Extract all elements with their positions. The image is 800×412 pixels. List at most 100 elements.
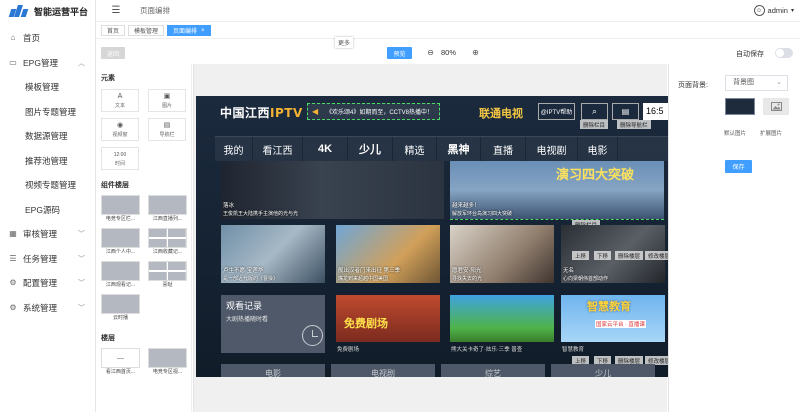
- content-card[interactable]: 卢生不愿·宝莲华 是一部近代版的《曹操》: [221, 225, 325, 283]
- floor-item[interactable]: — 看江西首页...: [101, 348, 140, 377]
- card-subtitle: 寻找失去的光: [452, 276, 483, 282]
- floor-item[interactable]: 电竞专区视...: [148, 348, 187, 377]
- sidebar-item-epg-source[interactable]: EPG源码: [0, 198, 95, 223]
- save-button[interactable]: 保存: [725, 160, 752, 173]
- nav-item[interactable]: 精选: [393, 137, 437, 161]
- content-card[interactable]: [450, 295, 554, 342]
- card-caption: 免费剧场: [337, 347, 360, 353]
- nav-item[interactable]: 直播: [481, 137, 526, 161]
- selection-outline: [450, 219, 664, 220]
- video-icon: ◉: [116, 121, 124, 129]
- sidebar-item-audit[interactable]: ▦ 审核管理 ﹀: [0, 222, 95, 247]
- nav-item[interactable]: 电影: [578, 137, 618, 161]
- element-image[interactable]: ▣ 图片: [148, 89, 186, 112]
- app-title: 智能运营平台: [34, 6, 89, 17]
- tab-home[interactable]: 首页: [101, 25, 126, 36]
- close-icon[interactable]: ×: [201, 28, 205, 34]
- category-tile[interactable]: 电影: [221, 364, 325, 377]
- avatar-icon: ☺: [753, 5, 765, 16]
- component-thumb: [101, 195, 140, 215]
- component-item[interactable]: 电竞专区栏...: [101, 195, 140, 224]
- tab-label: 模板管理: [134, 29, 159, 35]
- zoom-out-icon[interactable]: ⊖: [425, 46, 436, 59]
- task-icon: ☰: [9, 253, 17, 263]
- sidebar-item-template[interactable]: 模板管理: [0, 75, 95, 100]
- component-item[interactable]: 云时播: [101, 294, 140, 323]
- preview-button[interactable]: 预览: [387, 47, 412, 59]
- element-video[interactable]: ◉ 视频窗: [101, 118, 139, 141]
- background-select[interactable]: 背景图 ⌄: [725, 75, 788, 91]
- caret-down-icon: ▾: [790, 8, 794, 14]
- sidebar-item-task[interactable]: ☰ 任务管理 ﹀: [0, 247, 95, 272]
- hero-card-left[interactable]: 落冰 王俊凯王大陆携手主演他的光与光: [221, 161, 444, 219]
- card-subtitle: 心向梁朝伟首部动作: [563, 276, 609, 282]
- doc-icon[interactable]: ▤: [612, 103, 639, 120]
- edit-floor-chip[interactable]: 修改楼层: [645, 251, 668, 260]
- property-panel: 页面背景: 背景图 ⌄ 默认图片 扩展图片 保存: [668, 64, 800, 412]
- nav-item[interactable]: 看江西: [253, 137, 303, 161]
- elements-grid: A 文本 ▣ 图片 ◉ 视频窗 ▤ 导航栏 12:00 时间: [96, 89, 191, 170]
- sidebar-item-epg[interactable]: ▭ EPG管理 ︿: [0, 51, 95, 76]
- sidebar-item-image-topic[interactable]: 图片专题管理: [0, 100, 95, 125]
- card-hero-text: 智慧教育: [587, 301, 631, 313]
- search-icon[interactable]: ⌕: [581, 103, 608, 120]
- category-tile[interactable]: 电视剧: [331, 364, 435, 377]
- move-up-chip[interactable]: 上移: [572, 251, 590, 260]
- zoom-in-icon[interactable]: ⊕: [470, 46, 481, 59]
- card-subtitle: 国家云平台 · 直播课: [595, 320, 646, 328]
- nav-item[interactable]: 电视剧: [526, 137, 578, 161]
- sidebar-item-label: 配置管理: [23, 278, 58, 289]
- sidebar-item-home[interactable]: ⌂ 首页: [0, 26, 95, 51]
- nav-item[interactable]: 我的: [215, 137, 253, 161]
- component-item[interactable]: 江西个人中...: [101, 228, 140, 257]
- username: admin: [767, 6, 788, 15]
- delete-nav-chip[interactable]: 删除导航栏: [617, 120, 651, 129]
- category-tile[interactable]: 综艺: [441, 364, 545, 377]
- component-item[interactable]: 江西观看记...: [101, 261, 140, 290]
- nav-item[interactable]: 4K: [303, 137, 348, 161]
- move-down-chip[interactable]: 下移: [594, 251, 612, 260]
- image-icon: [770, 102, 782, 111]
- content-card[interactable]: 免费剧场: [336, 295, 440, 342]
- back-button[interactable]: 返回: [101, 47, 125, 59]
- watch-history-card[interactable]: 观看记录 大剧热播随时看: [221, 295, 325, 353]
- component-item[interactable]: 江西直播列...: [148, 195, 187, 224]
- sidebar-item-system[interactable]: ⚙ 系统管理 ﹀: [0, 296, 95, 321]
- element-time[interactable]: 12:00 时间: [101, 147, 139, 170]
- nav-item[interactable]: 黑神: [437, 137, 481, 161]
- notice-bar[interactable]: ◀ 《欢乐颂4》如期而至，CCTV8热播中！: [307, 103, 440, 120]
- top-header: ☰ 页面编排 ☺ admin ▾: [96, 0, 800, 22]
- sidebar-item-video-topic[interactable]: 视频专题管理: [0, 173, 95, 198]
- hero-card-right[interactable]: 演习四大突破 越来越多！ 解放军环台岛演习四大突破: [450, 161, 664, 219]
- clock-display: 16:5: [643, 103, 668, 120]
- component-item[interactable]: 喜哒: [148, 261, 187, 290]
- content-card[interactable]: 智慧教育 国家云平台 · 直播课: [561, 295, 665, 342]
- iptv-logo: 中国江西IPTV: [220, 104, 303, 121]
- card-title: 落冰: [223, 203, 235, 209]
- component-item[interactable]: 江西收藏记...: [148, 228, 187, 257]
- sidebar-item-recommend[interactable]: 推荐池管理: [0, 149, 95, 174]
- user-menu[interactable]: ☺ admin ▾: [753, 5, 794, 16]
- tab-page-layout[interactable]: 页面编排 ×: [167, 25, 211, 36]
- category-tile[interactable]: 少儿: [551, 364, 655, 377]
- sidebar-item-datasource[interactable]: 数据源管理: [0, 124, 95, 149]
- tab-template[interactable]: 模板管理: [128, 25, 165, 36]
- delete-column-chip[interactable]: 删除栏目: [580, 120, 609, 129]
- nav-item[interactable]: 少儿: [348, 137, 393, 161]
- delete-floor-chip[interactable]: 删除楼层: [615, 251, 644, 260]
- expand-image-swatch[interactable]: [763, 98, 789, 115]
- autosave-switch[interactable]: [775, 48, 793, 58]
- component-thumb: [101, 294, 140, 314]
- default-image-swatch[interactable]: [725, 98, 755, 115]
- sidebar-item-config[interactable]: ⚙ 配置管理 ﹀: [0, 271, 95, 296]
- content-card[interactable]: 愿君安·阳光 寻找失去的光: [450, 225, 554, 283]
- component-thumb: [101, 228, 140, 248]
- iptv-help-button[interactable]: @IPTV帮助: [538, 103, 575, 120]
- element-text[interactable]: A 文本: [101, 89, 139, 112]
- content-card[interactable]: 舰出汉者门来出征 第三季 嘴龙到来超越中国美国: [336, 225, 440, 283]
- sidebar-item-label: 图片专题管理: [25, 106, 77, 117]
- element-navbar[interactable]: ▤ 导航栏: [148, 118, 186, 141]
- menu-toggle-icon[interactable]: ☰: [106, 5, 126, 16]
- tv-page-preview[interactable]: 中国江西IPTV ◀ 《欢乐颂4》如期而至，CCTV8热播中！ 联通电视 @IP…: [196, 96, 668, 377]
- card-caption: 智慧教育: [562, 347, 585, 353]
